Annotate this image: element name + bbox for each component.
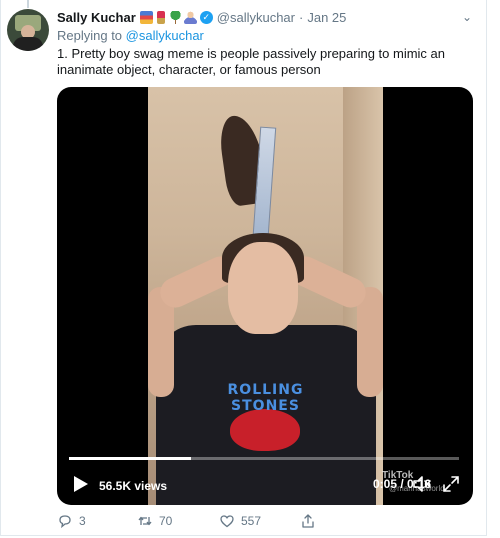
retweet-icon bbox=[138, 516, 152, 526]
person-face bbox=[228, 242, 298, 334]
tweet-actions: 3 70 557 bbox=[57, 513, 357, 533]
play-button[interactable] bbox=[69, 473, 91, 495]
play-icon bbox=[74, 476, 88, 492]
video-frame: ROLLING STONES bbox=[148, 87, 383, 505]
reply-icon bbox=[59, 515, 71, 529]
speaker-muted-icon bbox=[413, 476, 431, 492]
reply-button[interactable]: 3 bbox=[57, 513, 86, 529]
replying-to: Replying to @sallykuchar bbox=[57, 28, 204, 43]
like-count: 557 bbox=[241, 514, 262, 528]
replying-to-link[interactable]: @sallykuchar bbox=[126, 28, 204, 43]
author-name[interactable]: Sally Kuchar bbox=[57, 10, 136, 25]
share-icon bbox=[302, 514, 314, 528]
name-emojis bbox=[139, 11, 197, 24]
fullscreen-button[interactable] bbox=[441, 474, 461, 494]
share-button[interactable] bbox=[300, 513, 316, 529]
date-separator: · bbox=[299, 10, 304, 25]
progress-fill bbox=[69, 457, 191, 460]
author-handle[interactable]: @sallykuchar bbox=[217, 10, 295, 25]
replying-prefix: Replying to bbox=[57, 28, 126, 43]
mute-button[interactable] bbox=[412, 474, 432, 494]
progress-bar[interactable] bbox=[69, 457, 459, 460]
verified-badge-icon: ✓ bbox=[199, 11, 213, 24]
tweet-menu-chevron-down-icon[interactable]: ⌄ bbox=[462, 10, 472, 24]
heart-icon bbox=[220, 515, 234, 528]
tweet-text: 1. Pretty boy swag meme is people passiv… bbox=[57, 46, 446, 77]
tweet-date[interactable]: Jan 25 bbox=[307, 10, 346, 25]
shirt-text: ROLLING STONES bbox=[227, 382, 304, 414]
avatar[interactable] bbox=[7, 9, 49, 51]
retweet-button[interactable]: 70 bbox=[137, 513, 172, 529]
palm-tree-icon bbox=[168, 11, 182, 24]
reply-count: 3 bbox=[79, 514, 86, 528]
video-player[interactable]: ROLLING STONES TikTok @marinasworld 56.5… bbox=[57, 87, 473, 505]
thread-line bbox=[27, 0, 29, 8]
tweet-header: Sally Kuchar ✓ @sallykuchar · Jan 25 bbox=[57, 10, 346, 25]
retweet-count: 70 bbox=[159, 514, 173, 528]
view-count: 56.5K views bbox=[99, 479, 168, 493]
fullscreen-icon bbox=[443, 476, 459, 492]
books-icon bbox=[139, 11, 153, 24]
woman-icon bbox=[183, 11, 197, 24]
rolling-stones-logo bbox=[230, 409, 300, 451]
lipstick-icon bbox=[156, 11, 165, 24]
like-button[interactable]: 557 bbox=[219, 513, 261, 529]
